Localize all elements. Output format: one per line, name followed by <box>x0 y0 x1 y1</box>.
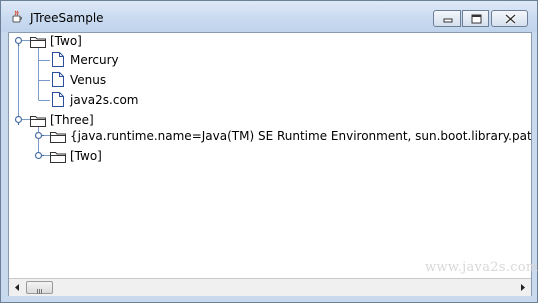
java-cup-icon <box>12 10 22 23</box>
tree-node-two-nested[interactable]: [Two] <box>9 146 209 166</box>
tree-leaf-venus[interactable]: Venus <box>9 70 209 90</box>
app-window: JTreeSample [Two] Mercury Venus java2s.c… <box>0 0 538 303</box>
collapsed-handle-icon[interactable] <box>34 131 44 141</box>
tree-node-label: [Two] <box>50 34 82 48</box>
minimize-icon <box>443 18 453 23</box>
folder-open-icon <box>30 37 46 48</box>
scrollbar-thumb[interactable] <box>26 281 53 294</box>
tree-view[interactable]: [Two] Mercury Venus java2s.com [Three] {… <box>9 33 531 278</box>
folder-closed-icon <box>50 152 66 163</box>
arrow-left-icon <box>15 284 19 291</box>
tree-node-label: Mercury <box>70 53 119 67</box>
tree-panel: [Two] Mercury Venus java2s.com [Three] {… <box>8 32 532 296</box>
collapsed-handle-icon[interactable] <box>34 151 44 161</box>
tree-leaf-java2s[interactable]: java2s.com <box>9 90 209 110</box>
file-icon <box>52 72 64 87</box>
tree-node-two[interactable]: [Two] <box>9 33 209 51</box>
tree-node-label: Venus <box>70 73 107 87</box>
horizontal-scrollbar[interactable] <box>9 278 531 296</box>
close-icon <box>505 13 516 25</box>
window-title: JTreeSample <box>30 11 104 25</box>
expanded-handle-icon[interactable] <box>14 115 24 125</box>
grip-icon <box>37 289 42 294</box>
minimize-button[interactable] <box>433 10 461 27</box>
tree-node-label: {java.runtime.name=Java(TM) SE Runtime E… <box>70 129 531 143</box>
tree-node-label: java2s.com <box>70 93 139 107</box>
maximize-icon <box>471 14 482 24</box>
file-icon <box>52 52 64 67</box>
tree-node-label: [Two] <box>70 149 102 163</box>
expanded-handle-icon[interactable] <box>14 36 24 46</box>
file-icon <box>52 92 64 107</box>
watermark: www.java2s.com <box>425 260 538 275</box>
folder-closed-icon <box>50 132 66 143</box>
title-bar[interactable]: JTreeSample <box>1 1 537 32</box>
arrow-right-icon <box>521 284 525 291</box>
maximize-button[interactable] <box>462 10 489 27</box>
close-button[interactable] <box>491 10 528 27</box>
tree-node-properties[interactable]: {java.runtime.name=Java(TM) SE Runtime E… <box>9 126 531 146</box>
tree-leaf-mercury[interactable]: Mercury <box>9 50 209 70</box>
scroll-right-button[interactable] <box>514 279 531 296</box>
scroll-left-button[interactable] <box>9 279 26 296</box>
